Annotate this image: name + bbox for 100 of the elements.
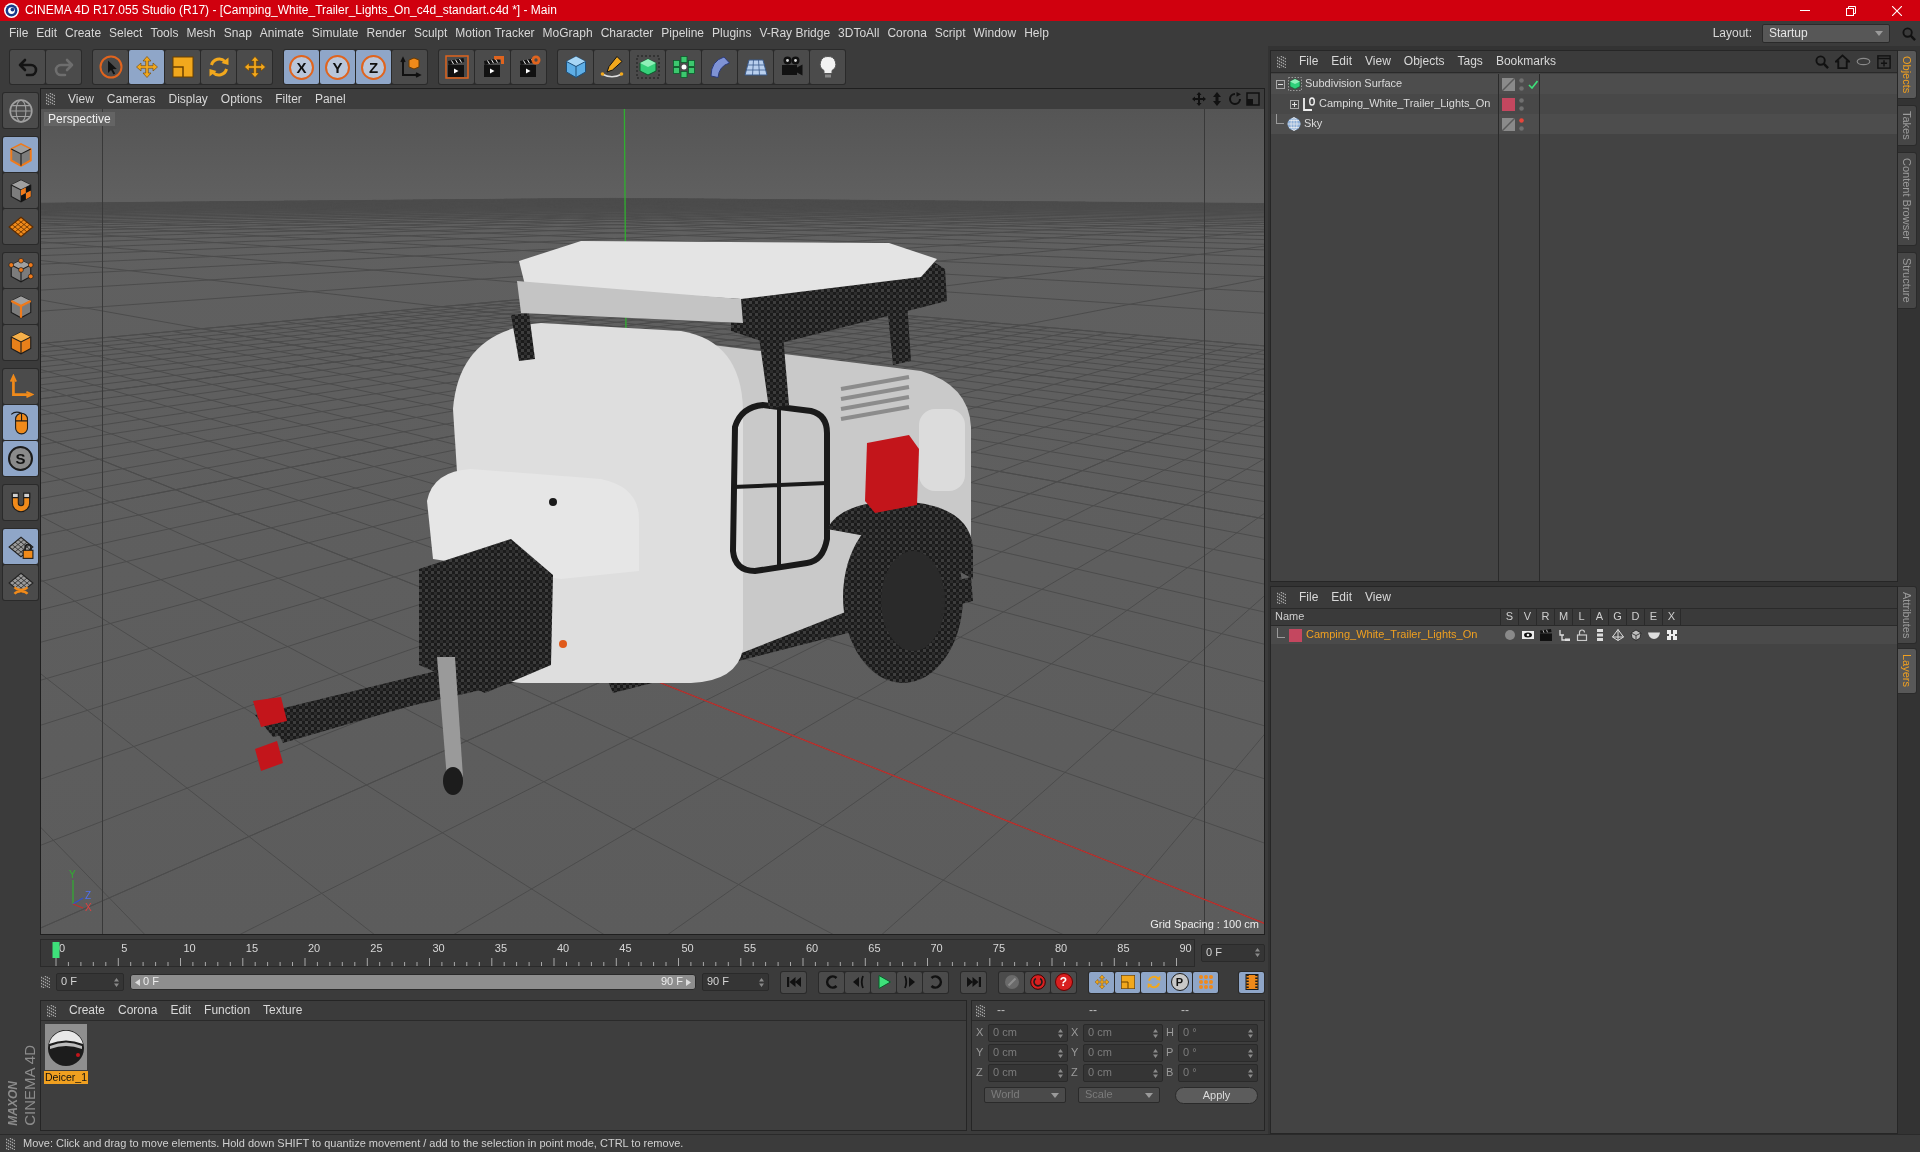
layer-swatch-icon[interactable]	[1289, 628, 1302, 642]
column-header[interactable]: D	[1627, 609, 1645, 625]
grip-icon[interactable]	[41, 976, 50, 988]
menu-item[interactable]: Snap	[223, 26, 252, 41]
column-header[interactable]: R	[1537, 609, 1555, 625]
material-name[interactable]: Deicer_1	[44, 1071, 88, 1084]
model-mode-button[interactable]	[3, 137, 38, 172]
menu-item[interactable]: Character	[600, 26, 654, 41]
grip-icon[interactable]	[47, 1004, 56, 1017]
menu-item[interactable]: Edit	[1331, 54, 1353, 69]
menu-item[interactable]: Render	[366, 26, 406, 41]
menu-item[interactable]: Display	[168, 91, 208, 107]
menu-item[interactable]: Plugins	[712, 26, 752, 41]
checkmark-icon[interactable]	[1528, 79, 1538, 89]
menu-item[interactable]: Cameras	[106, 91, 156, 107]
pyramid-icon[interactable]	[1612, 629, 1624, 641]
menu-item[interactable]: Script	[934, 26, 966, 41]
start-frame-field[interactable]: 0 F	[56, 973, 124, 991]
menu-item[interactable]: Function	[204, 1003, 251, 1018]
grip-icon[interactable]	[976, 1004, 985, 1017]
playhead[interactable]	[52, 941, 60, 958]
magnet-tool-button[interactable]	[3, 485, 38, 520]
menu-item[interactable]: Help	[1024, 26, 1049, 41]
timeline-ruler[interactable]: 0 5 10 15 20 25 30 35 40 45 50 55 60 65 70 75 80 85 90	[40, 938, 1195, 967]
end-frame-field[interactable]: 90 F	[702, 973, 769, 991]
circle-dot-icon[interactable]	[1504, 629, 1516, 641]
menu-item[interactable]: View	[1365, 54, 1391, 69]
rotate-tool-button[interactable]	[1141, 971, 1166, 993]
faceted-cube-icon[interactable]	[1630, 629, 1642, 641]
rotate-tool-button[interactable]	[201, 50, 236, 84]
scale-tool-button[interactable]	[165, 50, 200, 84]
subdivision-button[interactable]	[630, 50, 665, 84]
clapperboard-icon[interactable]	[1540, 629, 1552, 641]
column-header[interactable]: M	[1555, 609, 1573, 625]
column-header[interactable]: L	[1573, 609, 1591, 625]
column-header[interactable]: A	[1591, 609, 1609, 625]
menu-item[interactable]: Texture	[263, 1003, 303, 1018]
column-header[interactable]: G	[1609, 609, 1627, 625]
menu-item[interactable]: Corona	[887, 26, 927, 41]
record-keys-button[interactable]	[999, 971, 1024, 993]
slashed-square-icon[interactable]	[1502, 77, 1515, 91]
render-picture-button[interactable]	[475, 50, 510, 84]
texture-mode-button[interactable]	[3, 173, 38, 208]
grip-icon[interactable]	[1277, 591, 1286, 604]
ellipse-icon[interactable]	[1856, 57, 1871, 66]
point-level-button[interactable]	[1193, 971, 1218, 993]
snap-button[interactable]: S	[3, 441, 38, 476]
side-tab[interactable]: Structure	[1898, 252, 1917, 309]
menu-item[interactable]: Select	[109, 26, 143, 41]
side-tab[interactable]: Attributes	[1898, 586, 1917, 645]
stacked-bars-icon[interactable]	[1594, 629, 1606, 641]
axis-lock-button[interactable]: Y	[320, 50, 355, 84]
current-frame-field[interactable]: 0 F	[1201, 943, 1265, 962]
menu-item[interactable]: Filter	[275, 91, 302, 107]
tree-toggle-icon[interactable]	[1290, 99, 1299, 109]
edges-mode-button[interactable]	[3, 289, 38, 324]
layer-swatch-icon[interactable]	[1502, 97, 1515, 111]
column-header[interactable]: V	[1519, 609, 1537, 625]
menu-item[interactable]: File	[9, 26, 29, 41]
apply-button[interactable]: Apply	[1175, 1086, 1258, 1104]
eye-icon[interactable]	[1522, 629, 1534, 641]
slashed-square-icon[interactable]	[1502, 117, 1515, 131]
dot-pair-icon[interactable]	[1519, 97, 1524, 111]
bend-deformer-button[interactable]	[702, 50, 737, 84]
coordinate-system-button[interactable]	[392, 50, 427, 84]
render-view-button[interactable]	[439, 50, 474, 84]
menu-item[interactable]: Window	[973, 26, 1017, 41]
menu-item[interactable]: Tags	[1457, 54, 1483, 69]
menu-item[interactable]: Animate	[259, 26, 304, 41]
tree-toggle-icon[interactable]	[1276, 79, 1285, 89]
padlock-icon[interactable]	[1576, 629, 1588, 641]
menu-item[interactable]: Sculpt	[413, 26, 448, 41]
grip-icon[interactable]	[46, 93, 55, 105]
points-mode-button[interactable]	[3, 253, 38, 288]
cross-blocks-icon[interactable]	[1666, 629, 1678, 641]
dot-pair-icon[interactable]	[1519, 77, 1524, 91]
menu-item[interactable]: Edit	[1331, 590, 1353, 605]
move-tool-button[interactable]	[1089, 971, 1114, 993]
transform-tool-button[interactable]	[237, 50, 272, 84]
layout-dropdown[interactable]: Startup	[1762, 24, 1890, 43]
tweak-mode-button[interactable]	[3, 405, 38, 440]
parameter-keys-button[interactable]: P	[1167, 971, 1192, 993]
light-button[interactable]	[810, 50, 845, 84]
menu-item[interactable]: 3DToAll	[838, 26, 880, 41]
menu-item[interactable]: Edit	[36, 26, 58, 41]
menu-item[interactable]: Edit	[170, 1003, 192, 1018]
axis-lock-button[interactable]: Z	[356, 50, 391, 84]
menu-item[interactable]: MoGraph	[542, 26, 593, 41]
menu-item[interactable]: Objects	[1403, 54, 1445, 69]
menu-item[interactable]: View	[68, 91, 94, 107]
side-tab[interactable]: Content Browser	[1898, 152, 1917, 246]
column-header[interactable]: Name	[1271, 609, 1501, 625]
workplane-mode-button[interactable]	[3, 209, 38, 244]
menu-item[interactable]: File	[1299, 54, 1319, 69]
side-tab[interactable]: Takes	[1898, 105, 1917, 147]
menu-item[interactable]: File	[1299, 590, 1319, 605]
axis-lock-button[interactable]: X	[284, 50, 319, 84]
menu-item[interactable]: Tools	[150, 26, 179, 41]
dot-pair-icon[interactable]	[1519, 117, 1524, 131]
go-to-start-button[interactable]	[781, 971, 806, 993]
